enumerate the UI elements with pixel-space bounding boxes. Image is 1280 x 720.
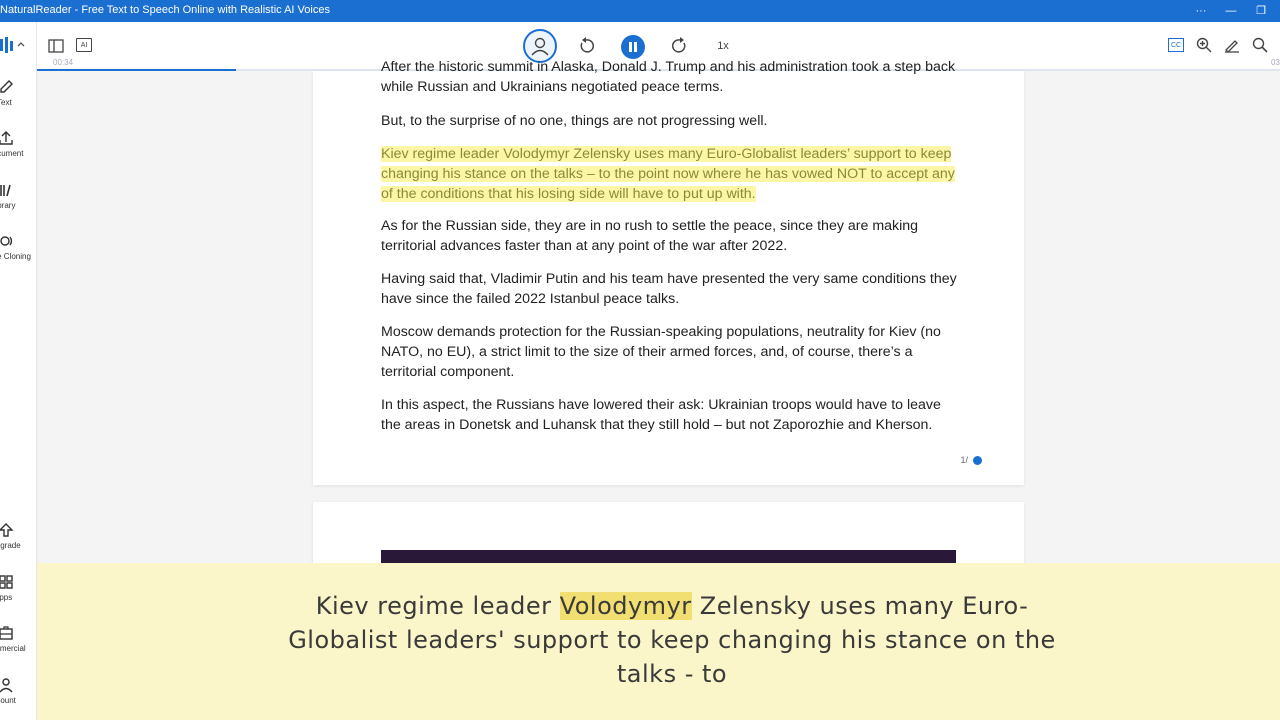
caption-text: Kiev regime leader Volodymyr Zelensky us… xyxy=(277,589,1067,691)
time-elapsed: 00:34 xyxy=(53,58,74,67)
sidebar-panel-icon xyxy=(48,39,64,53)
edit-icon xyxy=(0,80,13,93)
search-icon xyxy=(1252,37,1268,53)
restore-button[interactable]: ❐ xyxy=(1246,0,1276,22)
sidebar-item-label: Text xyxy=(0,98,12,107)
document-page: After the historic summit in Alaska, Don… xyxy=(313,59,1024,485)
upload-icon xyxy=(0,131,13,145)
sidebar-item-label: Voice Cloning xyxy=(0,252,31,261)
apps-icon xyxy=(0,575,13,589)
toggle-sidebar-button[interactable] xyxy=(47,38,65,54)
rewind-icon xyxy=(580,37,594,53)
highlighter-icon xyxy=(1225,40,1239,53)
sidebar-item-commercial[interactable]: Commercial xyxy=(0,624,36,664)
upgrade-icon xyxy=(0,523,14,537)
sidebar-item-apps[interactable]: Apps xyxy=(0,573,36,613)
forward-button[interactable] xyxy=(671,37,689,55)
rewind-button[interactable] xyxy=(577,37,595,55)
window-title: NaturalReader - Free Text to Speech Onli… xyxy=(0,4,330,16)
sidebar-item-document[interactable]: Document xyxy=(0,129,36,169)
sidebar-item-label: Upgrade xyxy=(0,541,21,550)
minimize-button[interactable]: — xyxy=(1216,0,1246,22)
sidebar-item-label: Library xyxy=(0,201,16,210)
highlight-button[interactable] xyxy=(1224,37,1240,53)
page-indicator-dot xyxy=(973,456,982,465)
zoom-button[interactable] xyxy=(1196,37,1212,53)
sidebar-item-label: Account xyxy=(0,696,16,705)
paragraph[interactable]: In this aspect, the Russians have lowere… xyxy=(381,395,961,435)
sidebar-item-label: Document xyxy=(0,149,24,158)
ai-button[interactable]: AI xyxy=(76,38,92,52)
page-number: 1/ xyxy=(960,455,968,465)
forward-icon xyxy=(672,37,686,53)
paragraph[interactable]: After the historic summit in Alaska, Don… xyxy=(381,57,961,97)
paragraph[interactable]: Moscow demands protection for the Russia… xyxy=(381,322,961,382)
sidebar-item-label: Apps xyxy=(0,593,13,602)
voice-cloning-icon xyxy=(0,236,13,246)
search-button[interactable] xyxy=(1252,37,1268,53)
sidebar-item-upgrade[interactable]: Upgrade xyxy=(0,521,36,561)
account-icon xyxy=(0,678,13,693)
logo-icon xyxy=(0,37,25,53)
sidebar-item-label: Commercial xyxy=(0,644,26,653)
more-options-button[interactable]: ··· xyxy=(1186,0,1216,22)
library-icon xyxy=(0,184,11,197)
window-titlebar: NaturalReader - Free Text to Speech Onli… xyxy=(0,0,1280,22)
caption-overlay: Kiev regime leader Volodymyr Zelensky us… xyxy=(37,563,1280,720)
caption-before: Kiev regime leader xyxy=(315,592,560,620)
person-icon xyxy=(531,37,549,56)
sidebar: Text Document Library Voice Cloning Upgr… xyxy=(0,22,37,720)
commercial-icon xyxy=(0,626,13,640)
paragraph-highlighted[interactable]: Kiev regime leader Volodymyr Zelensky us… xyxy=(381,144,961,204)
sidebar-item-account[interactable]: Account xyxy=(0,676,36,716)
paragraph[interactable]: But, to the surprise of no one, things a… xyxy=(381,111,961,131)
sidebar-item-library[interactable]: Library xyxy=(0,181,36,221)
sidebar-logo[interactable] xyxy=(0,35,36,75)
caption-current-word: Volodymyr xyxy=(559,592,692,620)
sidebar-item-voice-cloning[interactable]: Voice Cloning xyxy=(0,232,36,272)
pause-icon xyxy=(629,42,637,52)
zoom-in-icon xyxy=(1196,37,1212,53)
time-total: 03 xyxy=(1271,58,1280,67)
captions-button[interactable]: CC xyxy=(1168,38,1184,52)
sidebar-item-text[interactable]: Text xyxy=(0,78,36,118)
pause-button[interactable] xyxy=(621,35,645,59)
playback-progress-fill xyxy=(37,69,236,71)
paragraph[interactable]: Having said that, Vladimir Putin and his… xyxy=(381,269,961,309)
speed-button[interactable]: 1x xyxy=(713,38,733,54)
paragraph[interactable]: As for the Russian side, they are in no … xyxy=(381,216,961,256)
